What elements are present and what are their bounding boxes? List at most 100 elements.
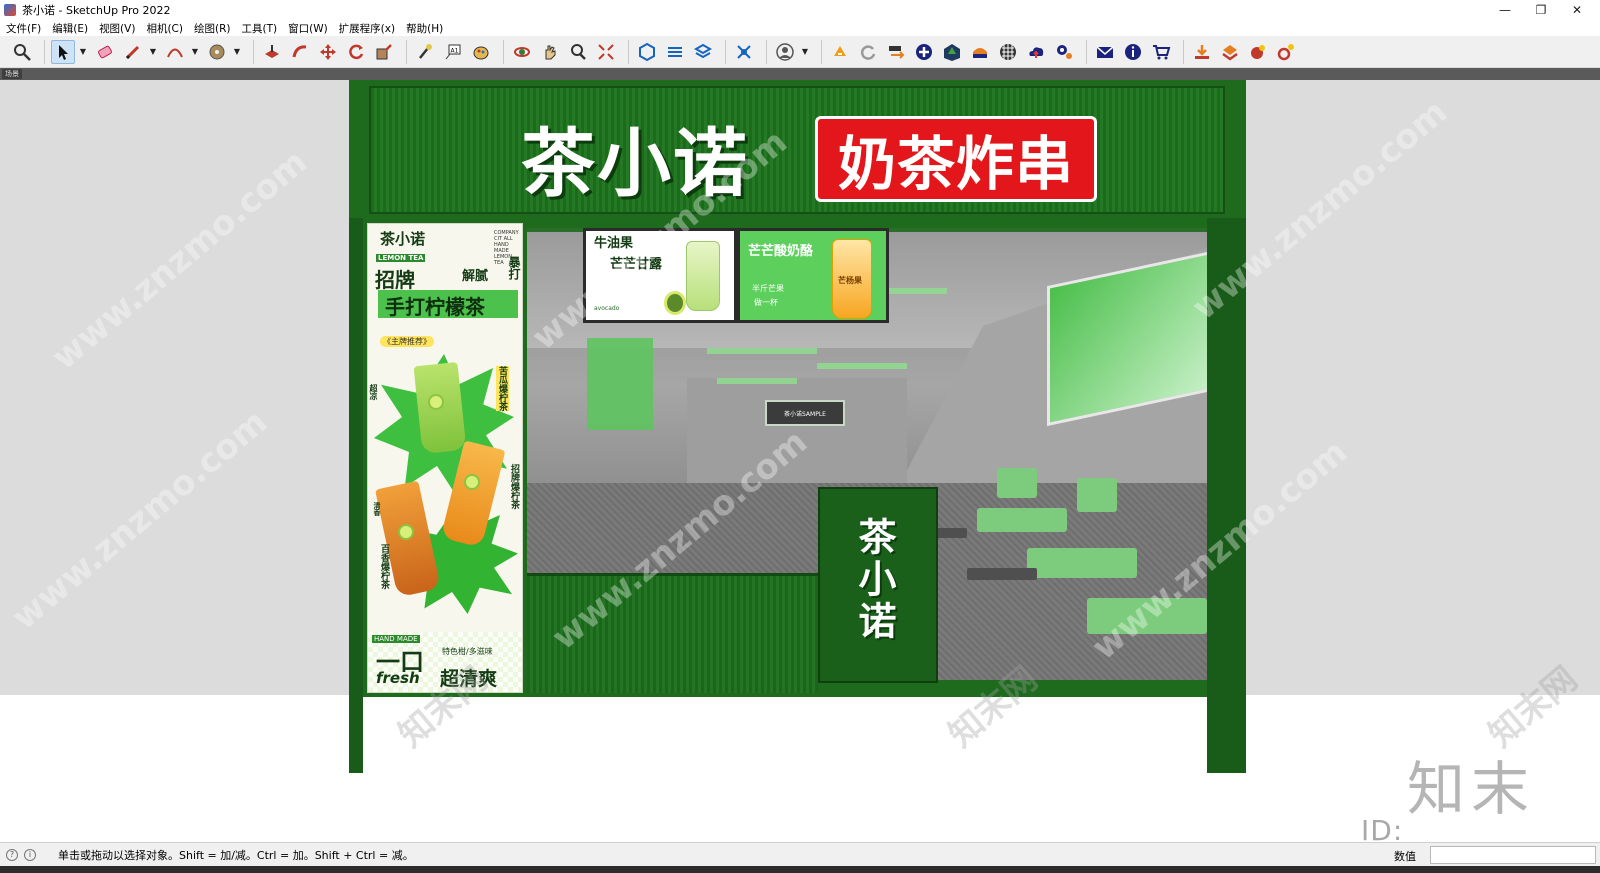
menu-board-2-sub1: 半斤芒果 [752,284,784,293]
scene-tab[interactable]: 场景 [2,69,22,79]
user-icon[interactable] [773,40,797,64]
pencil-icon[interactable] [121,40,145,64]
push-pull-icon[interactable] [260,40,284,64]
drawing-viewport[interactable]: 茶小诺 奶茶炸串 茶小诺SAMPLE 牛油果 芒芒甘露 avocado 芒芒酸奶… [0,80,1600,842]
restore-button[interactable]: ❐ [1523,0,1559,20]
arc-icon[interactable] [163,40,187,64]
toolbar-separator [628,39,629,64]
interior-bench [977,508,1067,532]
storefront-red-sign: 奶茶炸串 [815,116,1097,202]
orbit-icon[interactable] [510,40,534,64]
lime-slice [398,524,414,540]
geo-location-icon[interactable]: ? [6,848,18,861]
export-icon[interactable] [884,40,908,64]
checker-icon[interactable] [996,40,1020,64]
scale-icon[interactable] [372,40,396,64]
poster-line1b: 解腻 [462,269,489,284]
add-icon[interactable] [912,40,936,64]
poster-vertical-3: 百香爆柠茶 [379,544,389,589]
zoom-icon[interactable] [566,40,590,64]
refresh-icon[interactable] [856,40,880,64]
title-bar: 茶小诺 - SketchUp Pro 2022 — ❐ ✕ [0,0,1600,20]
poster-line1: 招牌 [375,268,415,292]
menu-view[interactable]: 视图(V) [99,21,135,36]
close-button[interactable]: ✕ [1559,0,1595,20]
lemon-tea-poster: 茶小诺 COMPANY CIT ALL HAND MADE LEMON TEA … [367,223,523,693]
tape-measure-icon[interactable] [413,40,437,64]
paint-bucket-icon[interactable] [205,40,229,64]
poster-vertical-4: 超凉 [369,384,378,400]
menu-board-1-subtitle: 芒芒甘露 [610,257,663,272]
rotate-icon[interactable] [344,40,368,64]
user-dropdown-icon[interactable]: ▼ [801,40,809,64]
section-icon[interactable] [663,40,687,64]
shade-icon[interactable] [968,40,992,64]
info-icon[interactable] [1121,40,1145,64]
interior-ceiling-light [817,363,907,369]
eraser-icon[interactable] [93,40,117,64]
extension-3-icon[interactable] [1246,40,1270,64]
menu-file[interactable]: 文件(F) [6,21,41,36]
menu-help[interactable]: 帮助(H) [406,21,443,36]
interior-back-wall [687,378,907,488]
text-icon[interactable]: A1 [441,40,465,64]
layers-icon[interactable] [691,40,715,64]
cloud-icon[interactable] [1024,40,1048,64]
select-dropdown-icon[interactable]: ▼ [79,40,87,64]
interior-ceiling-light [717,378,797,384]
credits-icon[interactable]: i [24,848,36,861]
window-title: 茶小诺 - SketchUp Pro 2022 [22,4,171,17]
avocado-illustration [664,291,686,315]
menu-camera[interactable]: 相机(C) [146,21,183,36]
paint-icon[interactable] [469,40,493,64]
interior-bench [1027,548,1137,578]
toolbar-separator [503,39,504,64]
mail-icon[interactable] [1093,40,1117,64]
components-icon[interactable] [635,40,659,64]
shape-dropdown-icon[interactable]: ▼ [233,40,241,64]
menu-draw[interactable]: 绘图(R) [194,21,231,36]
interior-bench [1077,478,1117,512]
follow-me-icon[interactable] [288,40,312,64]
door-sign-panel: 茶小诺 [818,487,938,683]
cart-icon[interactable] [1149,40,1173,64]
warehouse-icon[interactable] [828,40,852,64]
select-icon[interactable] [51,39,75,64]
zoom-extents-icon[interactable] [10,40,34,64]
extension-1-icon[interactable] [1190,40,1214,64]
menu-tools[interactable]: 工具(T) [241,21,277,36]
poster-sub: 特色柑/多滋味 [442,647,493,656]
storefront-counter [527,573,818,693]
minimize-button[interactable]: — [1487,0,1523,20]
interior-wall-sign: 茶小诺SAMPLE [765,400,845,426]
pan-icon[interactable] [538,40,562,64]
measurements-label: 数值 [1394,850,1416,863]
poster-vertical-1: 苦瓜爆柠茶 [496,366,509,411]
toolbar-separator [406,39,407,64]
arc-dropdown-icon[interactable]: ▼ [191,40,199,64]
interior-ceiling-light [707,348,817,354]
extension-4-icon[interactable] [1274,40,1298,64]
poster-vertical-5: 清香 [373,502,381,516]
menu-window[interactable]: 窗口(W) [288,21,328,36]
move-icon[interactable] [316,40,340,64]
pencil-dropdown-icon[interactable]: ▼ [149,40,157,64]
tree-icon[interactable] [940,40,964,64]
storefront-left-pillar [349,218,363,773]
toolbar-separator [1183,39,1184,64]
brand-id: ID: 1179517795 [1361,814,1404,842]
menu-extensions[interactable]: 扩展程序(x) [339,21,395,36]
interior-green-panel [587,338,653,430]
extension-2-icon[interactable] [1218,40,1242,64]
interior-bench [1087,598,1207,634]
zoom-window-icon[interactable] [594,40,618,64]
outliner-icon[interactable] [732,40,756,64]
menu-board-2-title: 芒芒酸奶酪 [748,244,814,259]
gear-icon[interactable] [1052,40,1076,64]
menu-board-1-title: 牛油果 [594,236,634,251]
menu-board-1-chip: avocado [594,305,620,312]
poster-fresh: fresh [376,669,420,687]
poster-pill: 《主牌推荐》 [380,336,434,347]
menu-edit[interactable]: 编辑(E) [52,21,88,36]
measurements-input[interactable] [1430,846,1596,864]
